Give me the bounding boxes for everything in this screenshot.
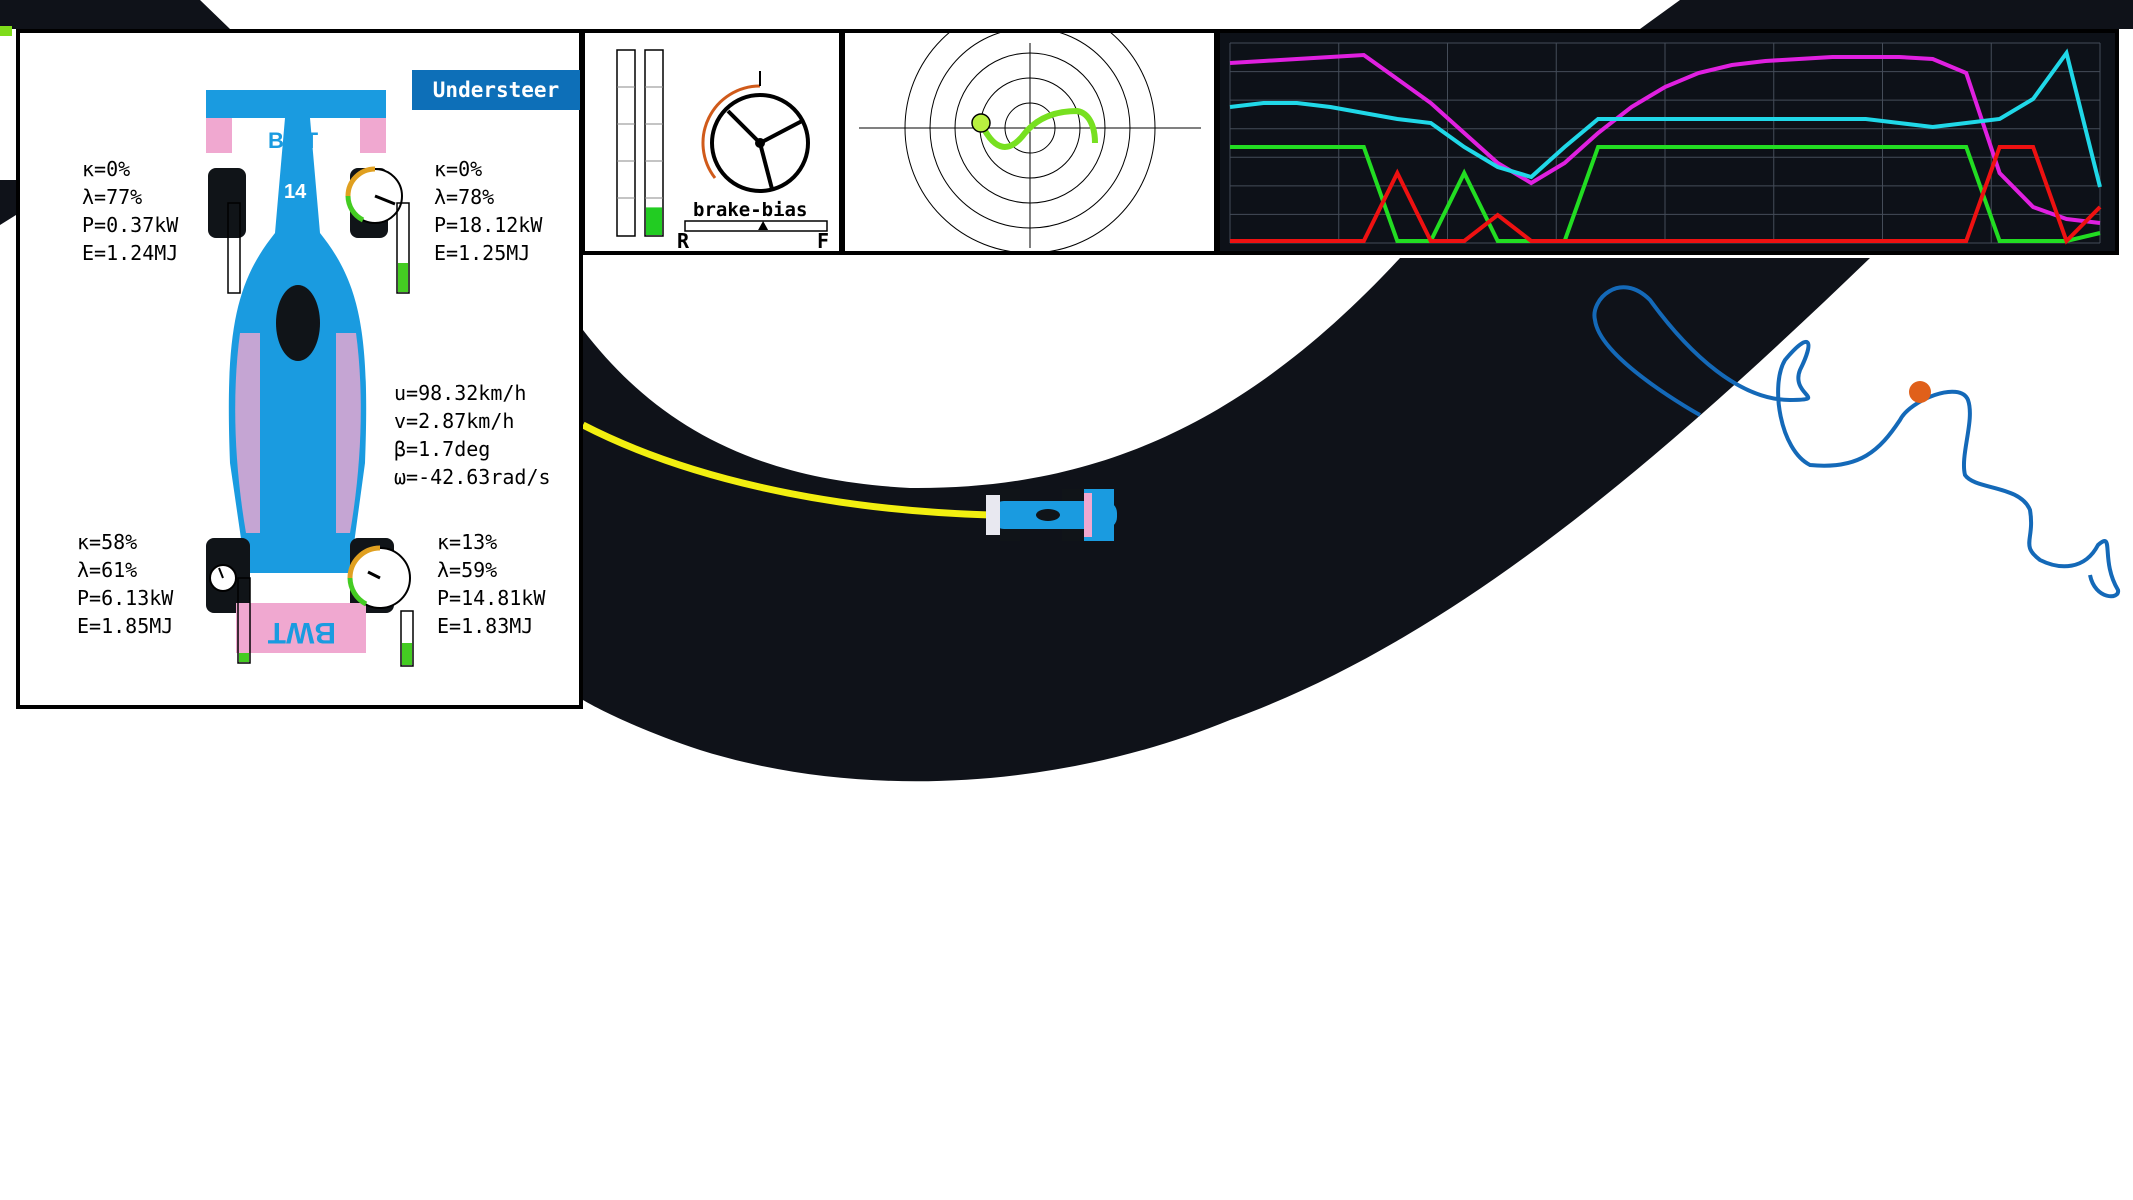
rear-left-energy: E=1.85MJ bbox=[77, 614, 174, 638]
track-surface-fragment bbox=[0, 0, 230, 29]
rear-right-wheel-stats: κ=13% λ=59% P=14.81kW E=1.83MJ bbox=[437, 528, 545, 640]
lateral-speed: v=2.87km/h bbox=[394, 409, 515, 433]
car-position-marker bbox=[1909, 381, 1931, 403]
front-right-slip-ratio: κ=0% bbox=[434, 157, 483, 181]
gg-diagram-panel bbox=[841, 29, 1218, 255]
cockpit bbox=[276, 285, 320, 361]
front-left-energy: E=1.24MJ bbox=[82, 241, 179, 265]
front-wing-endplate bbox=[206, 118, 232, 153]
brake-bar-fill bbox=[646, 207, 662, 235]
longitudinal-speed: u=98.32km/h bbox=[394, 381, 527, 405]
telemetry-chart bbox=[1229, 42, 2102, 245]
rear-left-wheel-stats: κ=58% λ=61% P=6.13kW E=1.85MJ bbox=[77, 528, 173, 640]
rear-right-slip-ratio: κ=13% bbox=[437, 530, 498, 554]
front-right-gauge bbox=[345, 166, 403, 224]
rear-wing-livery: BWT bbox=[268, 616, 336, 649]
car-status-panel: Understeer BWT 14 BWT bbox=[16, 29, 583, 709]
brake-bias-bar bbox=[684, 220, 828, 232]
driver-inputs-panel: brake-bias R F bbox=[581, 29, 843, 255]
front-right-energy: E=1.25MJ bbox=[434, 241, 531, 265]
gg-rings bbox=[859, 33, 1201, 251]
track-surface-fragment bbox=[1640, 0, 2133, 29]
rear-left-power: P=6.13kW bbox=[77, 586, 174, 610]
rear-left-slip-ratio: κ=58% bbox=[77, 530, 138, 554]
slip-angle-beta: β=1.7deg bbox=[394, 437, 491, 461]
rear-right-temp-fill bbox=[402, 643, 412, 665]
rear-right-energy: E=1.83MJ bbox=[437, 614, 534, 638]
telemetry-grid bbox=[1229, 42, 2101, 244]
steering-wheel-icon bbox=[701, 71, 810, 193]
gg-diagram bbox=[859, 33, 1201, 251]
track-surface-fragment bbox=[0, 180, 16, 225]
front-right-temp-fill bbox=[398, 263, 408, 292]
rear-left-slip-angle: λ=61% bbox=[77, 558, 138, 582]
brake-bias-marker bbox=[758, 221, 769, 230]
rear-right-slip-angle: λ=59% bbox=[437, 558, 498, 582]
front-left-wheel-stats: κ=0% λ=77% P=0.37kW E=1.24MJ bbox=[82, 155, 178, 267]
rear-left-gauge bbox=[209, 564, 237, 592]
front-wing-endplate bbox=[360, 118, 386, 153]
throttle-bar bbox=[616, 49, 636, 237]
front-right-slip-angle: λ=78% bbox=[434, 185, 495, 209]
rear-right-power: P=14.81kW bbox=[437, 586, 546, 610]
vehicle-state-stats: u=98.32km/h v=2.87km/h β=1.7deg ω=-42.63… bbox=[394, 379, 551, 491]
front-right-power: P=18.12kW bbox=[434, 213, 543, 237]
front-left-slip-ratio: κ=0% bbox=[82, 157, 131, 181]
front-wing bbox=[206, 90, 386, 118]
brake-bias-rear-label: R bbox=[677, 229, 690, 253]
rear-left-temp-fill bbox=[239, 653, 249, 662]
brake-bias-label: brake-bias bbox=[693, 199, 808, 221]
brake-bias-front-label: F bbox=[817, 229, 830, 253]
telemetry-chart-panel bbox=[1216, 29, 2119, 255]
car-number: 14 bbox=[284, 181, 307, 203]
front-left-slip-angle: λ=77% bbox=[82, 185, 143, 209]
bar-ticks bbox=[617, 86, 663, 199]
yaw-rate: ω=-42.63rad/s bbox=[394, 465, 551, 489]
track-marker bbox=[0, 26, 12, 36]
gg-current-point bbox=[971, 113, 991, 133]
rear-right-gauge bbox=[347, 545, 411, 609]
front-right-wheel-stats: κ=0% λ=78% P=18.12kW E=1.25MJ bbox=[434, 155, 542, 267]
front-left-power: P=0.37kW bbox=[82, 213, 179, 237]
